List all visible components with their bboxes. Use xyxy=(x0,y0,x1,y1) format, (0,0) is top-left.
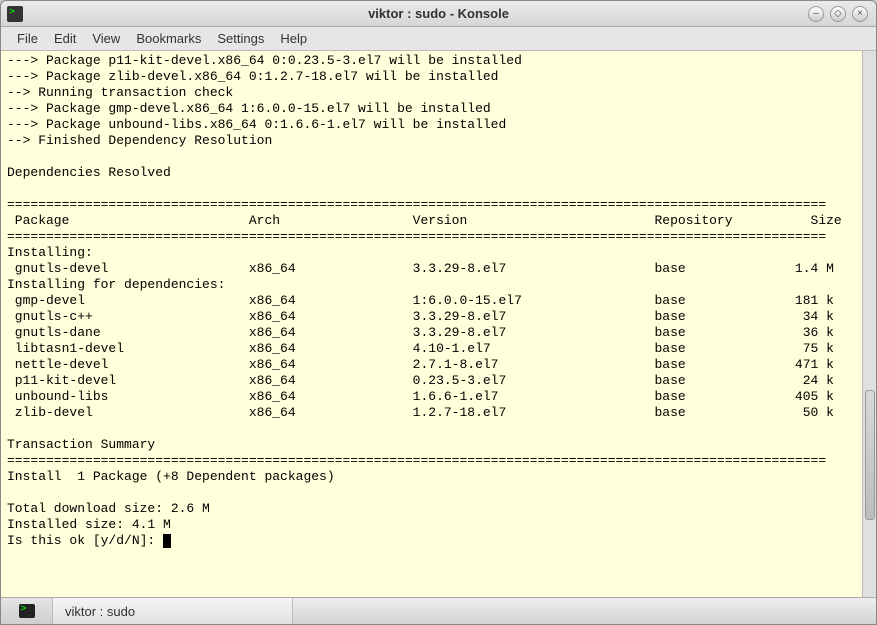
section-header: Installing for dependencies: xyxy=(7,277,225,292)
out-line: Installed size: 4.1 M xyxy=(7,517,171,532)
out-line: ---> Package unbound-libs.x86_64 0:1.6.6… xyxy=(7,117,506,132)
menu-edit[interactable]: Edit xyxy=(54,31,76,46)
out-line: --> Running transaction check xyxy=(7,85,233,100)
header-row: Package Arch Version Repository Size xyxy=(7,213,842,228)
pkg-row: gmp-devel x86_64 1:6.0.0-15.el7 base 181… xyxy=(7,293,834,308)
menu-help[interactable]: Help xyxy=(280,31,307,46)
pkg-row: libtasn1-devel x86_64 4.10-1.el7 base 75… xyxy=(7,341,834,356)
minimize-button[interactable]: – xyxy=(808,6,824,22)
window-title: viktor : sudo - Konsole xyxy=(368,6,509,21)
rule: ========================================… xyxy=(7,453,826,468)
pkg-row: unbound-libs x86_64 1.6.6-1.el7 base 405… xyxy=(7,389,834,404)
pkg-row: gnutls-devel x86_64 3.3.29-8.el7 base 1.… xyxy=(7,261,834,276)
section-header: Installing: xyxy=(7,245,93,260)
terminal[interactable]: ---> Package p11-kit-devel.x86_64 0:0.23… xyxy=(1,51,862,597)
out-line: Total download size: 2.6 M xyxy=(7,501,210,516)
pkg-row: gnutls-dane x86_64 3.3.29-8.el7 base 36 … xyxy=(7,325,834,340)
konsole-window: viktor : sudo - Konsole – ◇ × File Edit … xyxy=(0,0,877,625)
out-line: Dependencies Resolved xyxy=(7,165,171,180)
maximize-button[interactable]: ◇ xyxy=(830,6,846,22)
close-button[interactable]: × xyxy=(852,6,868,22)
taskbar: viktor : sudo xyxy=(1,597,876,624)
taskbar-tab-label: viktor : sudo xyxy=(65,604,135,619)
pkg-row: nettle-devel x86_64 2.7.1-8.el7 base 471… xyxy=(7,357,834,372)
taskbar-launcher[interactable] xyxy=(1,598,53,624)
app-icon xyxy=(7,6,23,22)
terminal-icon xyxy=(19,604,35,618)
cursor-block-icon xyxy=(163,534,171,548)
out-line: ---> Package p11-kit-devel.x86_64 0:0.23… xyxy=(7,53,522,68)
pkg-row: p11-kit-devel x86_64 0.23.5-3.el7 base 2… xyxy=(7,373,834,388)
rule: ========================================… xyxy=(7,197,826,212)
out-line: Install 1 Package (+8 Dependent packages… xyxy=(7,469,335,484)
prompt: Is this ok [y/d/N]: xyxy=(7,533,163,548)
out-line: Transaction Summary xyxy=(7,437,155,452)
out-line: ---> Package zlib-devel.x86_64 0:1.2.7-1… xyxy=(7,69,498,84)
out-line: ---> Package gmp-devel.x86_64 1:6.0.0-15… xyxy=(7,101,491,116)
out-line: --> Finished Dependency Resolution xyxy=(7,133,272,148)
menubar: File Edit View Bookmarks Settings Help xyxy=(1,27,876,51)
menu-bookmarks[interactable]: Bookmarks xyxy=(136,31,201,46)
terminal-area: ---> Package p11-kit-devel.x86_64 0:0.23… xyxy=(1,51,876,597)
window-controls: – ◇ × xyxy=(808,6,868,22)
menu-file[interactable]: File xyxy=(17,31,38,46)
taskbar-tab-active[interactable]: viktor : sudo xyxy=(53,598,293,624)
titlebar[interactable]: viktor : sudo - Konsole – ◇ × xyxy=(1,1,876,27)
pkg-row: gnutls-c++ x86_64 3.3.29-8.el7 base 34 k xyxy=(7,309,834,324)
scroll-thumb[interactable] xyxy=(865,390,875,520)
menu-settings[interactable]: Settings xyxy=(217,31,264,46)
rule: ========================================… xyxy=(7,229,826,244)
pkg-row: zlib-devel x86_64 1.2.7-18.el7 base 50 k xyxy=(7,405,834,420)
menu-view[interactable]: View xyxy=(92,31,120,46)
scrollbar[interactable] xyxy=(862,51,876,597)
